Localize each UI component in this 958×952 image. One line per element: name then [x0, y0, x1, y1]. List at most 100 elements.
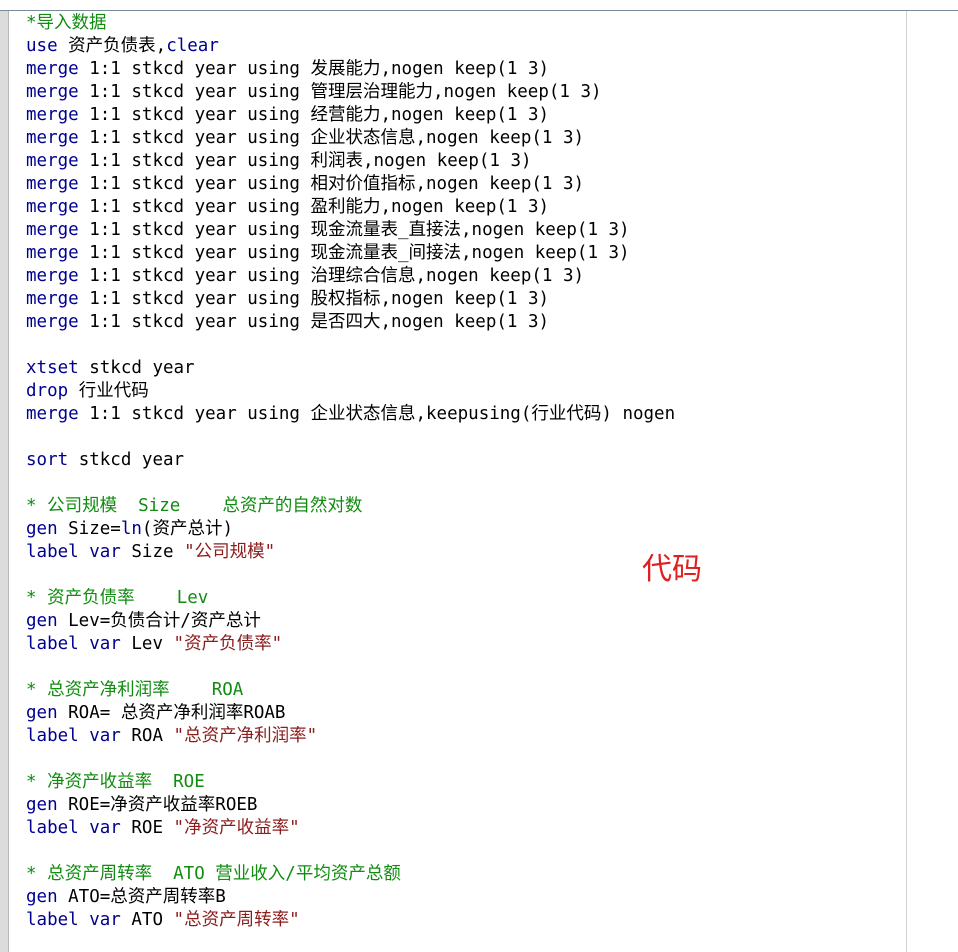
keyword-token: merge: [26, 197, 79, 217]
keyword-token: gen: [26, 519, 58, 539]
code-line[interactable]: merge 1:1 stkcd year using 企业状态信息,keepus…: [26, 403, 675, 426]
comment-token: * 净资产收益率 ROE: [26, 772, 205, 792]
code-line[interactable]: [26, 564, 675, 587]
code-line[interactable]: * 净资产收益率 ROE: [26, 771, 675, 794]
keyword-token: merge: [26, 174, 79, 194]
code-token: ROA= 总资产净利润率ROAB: [57, 703, 286, 723]
keyword-token: merge: [26, 266, 79, 286]
code-line[interactable]: * 总资产净利润率 ROA: [26, 679, 675, 702]
code-token: 1:1 stkcd year using 经营能力,nogen keep(1 3…: [78, 105, 550, 125]
keyword-token: merge: [26, 128, 79, 148]
code-line[interactable]: [26, 656, 675, 679]
code-line[interactable]: gen ROE=净资产收益率ROEB: [26, 794, 675, 817]
code-token: ROE: [120, 818, 174, 838]
code-area[interactable]: *导入数据 use 资产负债表,clear merge 1:1 stkcd year…: [26, 12, 675, 932]
code-token: 资产负债表,: [57, 36, 167, 56]
code-line[interactable]: xtset stkcd year: [26, 357, 675, 380]
line-gutter: [0, 11, 8, 952]
code-line[interactable]: merge 1:1 stkcd year using 企业状态信息,nogen …: [26, 127, 675, 150]
keyword-token: gen: [26, 703, 58, 723]
code-token: 1:1 stkcd year using 发展能力,nogen keep(1 3…: [78, 59, 550, 79]
keyword-token: var: [89, 634, 121, 654]
code-line[interactable]: gen ROA= 总资产净利润率ROAB: [26, 702, 675, 725]
keyword-token: label: [26, 910, 79, 930]
keyword-token: xtset: [26, 358, 79, 378]
keyword-token: label: [26, 634, 79, 654]
code-line[interactable]: * 资产负债率 Lev: [26, 587, 675, 610]
code-line[interactable]: merge 1:1 stkcd year using 管理层治理能力,nogen…: [26, 81, 675, 104]
keyword-token: ln: [120, 519, 142, 539]
code-token: (资产总计): [141, 519, 233, 539]
code-token: stkcd year: [78, 358, 195, 378]
code-line[interactable]: *导入数据: [26, 12, 675, 35]
code-token: 1:1 stkcd year using 相对价值指标,nogen keep(1…: [78, 174, 585, 194]
keyword-token: gen: [26, 611, 58, 631]
editor-top-border: [0, 10, 958, 11]
keyword-token: label: [26, 726, 79, 746]
code-token: 1:1 stkcd year using 是否四大,nogen keep(1 3…: [78, 312, 550, 332]
code-line[interactable]: [26, 426, 675, 449]
code-line[interactable]: sort stkcd year: [26, 449, 675, 472]
code-line[interactable]: [26, 334, 675, 357]
code-token: 1:1 stkcd year using 企业状态信息,nogen keep(1…: [78, 128, 585, 148]
code-token: 1:1 stkcd year using 盈利能力,nogen keep(1 3…: [78, 197, 550, 217]
code-line[interactable]: gen Lev=负债合计/资产总计: [26, 610, 675, 633]
code-line[interactable]: gen Size=ln(资产总计): [26, 518, 675, 541]
code-annotation-label: 代码: [642, 552, 702, 587]
keyword-token: use: [26, 36, 58, 56]
code-line[interactable]: merge 1:1 stkcd year using 相对价值指标,nogen …: [26, 173, 675, 196]
code-token: 1:1 stkcd year using 现金流量表_间接法,nogen kee…: [78, 243, 630, 263]
comment-token: *导入数据: [26, 13, 107, 33]
do-file-editor[interactable]: *导入数据 use 资产负债表,clear merge 1:1 stkcd year…: [0, 0, 958, 952]
keyword-token: var: [89, 818, 121, 838]
code-token: 1:1 stkcd year using 企业状态信息,keepusing(行业…: [78, 404, 676, 424]
code-line[interactable]: merge 1:1 stkcd year using 经营能力,nogen ke…: [26, 104, 675, 127]
string-token: "净资产收益率": [173, 818, 300, 838]
keyword-token: var: [89, 726, 121, 746]
keyword-token: gen: [26, 795, 58, 815]
code-line[interactable]: [26, 840, 675, 863]
code-token: 行业代码: [68, 381, 149, 401]
keyword-token: merge: [26, 243, 79, 263]
code-line[interactable]: merge 1:1 stkcd year using 盈利能力,nogen ke…: [26, 196, 675, 219]
code-line[interactable]: [26, 748, 675, 771]
code-token: 1:1 stkcd year using 管理层治理能力,nogen keep(…: [78, 82, 602, 102]
code-line[interactable]: merge 1:1 stkcd year using 治理综合信息,nogen …: [26, 265, 675, 288]
keyword-token: merge: [26, 105, 79, 125]
code-line[interactable]: merge 1:1 stkcd year using 现金流量表_间接法,nog…: [26, 242, 675, 265]
keyword-token: drop: [26, 381, 69, 401]
code-line[interactable]: label var ROE "净资产收益率": [26, 817, 675, 840]
code-line[interactable]: [26, 472, 675, 495]
code-line[interactable]: merge 1:1 stkcd year using 发展能力,nogen ke…: [26, 58, 675, 81]
code-line[interactable]: * 公司规模 Size 总资产的自然对数: [26, 495, 675, 518]
keyword-token: var: [89, 542, 121, 562]
code-line[interactable]: label var ATO "总资产周转率": [26, 909, 675, 932]
code-line[interactable]: merge 1:1 stkcd year using 现金流量表_直接法,nog…: [26, 219, 675, 242]
comment-token: * 总资产周转率 ATO 营业收入/平均资产总额: [26, 864, 401, 884]
code-line[interactable]: merge 1:1 stkcd year using 是否四大,nogen ke…: [26, 311, 675, 334]
keyword-token: label: [26, 542, 79, 562]
keyword-token: gen: [26, 887, 58, 907]
code-line[interactable]: merge 1:1 stkcd year using 股权指标,nogen ke…: [26, 288, 675, 311]
comment-token: * 总资产净利润率 ROA: [26, 680, 244, 700]
code-line[interactable]: drop 行业代码: [26, 380, 675, 403]
code-line[interactable]: use 资产负债表,clear: [26, 35, 675, 58]
keyword-token: merge: [26, 59, 79, 79]
keyword-token: merge: [26, 404, 79, 424]
code-token: 1:1 stkcd year using 现金流量表_直接法,nogen kee…: [78, 220, 630, 240]
keyword-token: clear: [166, 36, 219, 56]
code-line[interactable]: label var Lev "资产负债率": [26, 633, 675, 656]
keyword-token: merge: [26, 220, 79, 240]
keyword-token: var: [89, 910, 121, 930]
code-line[interactable]: merge 1:1 stkcd year using 利润表,nogen kee…: [26, 150, 675, 173]
code-line[interactable]: gen ATO=总资产周转率B: [26, 886, 675, 909]
code-line[interactable]: label var ROA "总资产净利润率": [26, 725, 675, 748]
code-line[interactable]: * 总资产周转率 ATO 营业收入/平均资产总额: [26, 863, 675, 886]
right-margin-guide: [906, 11, 907, 952]
code-line[interactable]: label var Size "公司规模": [26, 541, 675, 564]
code-token: Size: [120, 542, 185, 562]
